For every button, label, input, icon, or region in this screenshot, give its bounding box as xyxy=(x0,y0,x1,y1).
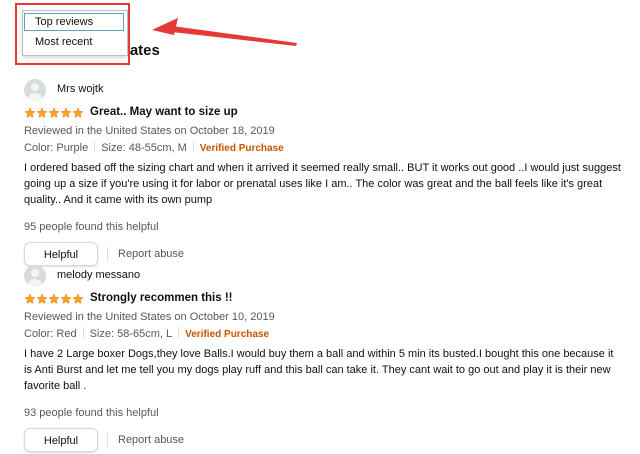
reviewer-profile[interactable]: melody messano xyxy=(24,265,624,287)
star-icon xyxy=(36,293,48,304)
review-body: I have 2 Large boxer Dogs,they love Ball… xyxy=(24,348,614,392)
variant-size[interactable]: Size: 58-65cm, L xyxy=(90,328,173,340)
reviewer-name[interactable]: melody messano xyxy=(57,269,140,281)
helpful-count: 93 people found this helpful xyxy=(24,407,159,419)
annotation-arrow-icon xyxy=(152,18,297,46)
helpful-button[interactable]: Helpful xyxy=(24,242,98,266)
helpful-count: 95 people found this helpful xyxy=(24,221,159,233)
variant-color[interactable]: Color: Red xyxy=(24,328,77,340)
reviewer-profile[interactable]: Mrs wojtk xyxy=(24,79,624,101)
review-body: I ordered based off the sizing chart and… xyxy=(24,162,621,206)
avatar[interactable] xyxy=(24,265,46,287)
annotation-highlight-box xyxy=(15,3,130,65)
report-abuse-link[interactable]: Report abuse xyxy=(118,248,184,260)
variant-color[interactable]: Color: Purple xyxy=(24,142,88,154)
verified-purchase-badge[interactable]: Verified Purchase xyxy=(200,143,284,154)
star-icon xyxy=(48,107,60,118)
star-icon xyxy=(60,293,72,304)
review-card: melody messano Strongly recommen this !!… xyxy=(24,265,624,454)
action-divider xyxy=(107,247,108,261)
review-title[interactable]: Strongly recommen this !! xyxy=(90,292,233,304)
variant-size[interactable]: Size: 48-55cm, M xyxy=(101,142,187,154)
avatar[interactable] xyxy=(24,79,46,101)
review-date: Reviewed in the United States on October… xyxy=(24,311,275,323)
star-icon xyxy=(24,293,36,304)
review-variant: Color: Purple Size: 48-55cm, M Verified Pu… xyxy=(24,141,624,157)
star-icon xyxy=(72,293,84,304)
star-icon xyxy=(36,107,48,118)
report-abuse-link[interactable]: Report abuse xyxy=(118,434,184,446)
review-card: Mrs wojtk Great.. May want to size up Re… xyxy=(24,79,624,268)
star-rating xyxy=(24,293,84,306)
reviewer-name[interactable]: Mrs wojtk xyxy=(57,83,103,95)
star-rating xyxy=(24,107,84,120)
arrow-shaft xyxy=(172,26,297,46)
verified-purchase-badge[interactable]: Verified Purchase xyxy=(185,329,269,340)
star-icon xyxy=(60,107,72,118)
star-icon xyxy=(24,107,36,118)
star-icon xyxy=(48,293,60,304)
review-title[interactable]: Great.. May want to size up xyxy=(90,106,238,118)
action-divider xyxy=(107,433,108,447)
star-icon xyxy=(72,107,84,118)
review-date: Reviewed in the United States on October… xyxy=(24,125,275,137)
helpful-button[interactable]: Helpful xyxy=(24,428,98,452)
review-variant: Color: Red Size: 58-65cm, L Verified Purch… xyxy=(24,327,624,343)
